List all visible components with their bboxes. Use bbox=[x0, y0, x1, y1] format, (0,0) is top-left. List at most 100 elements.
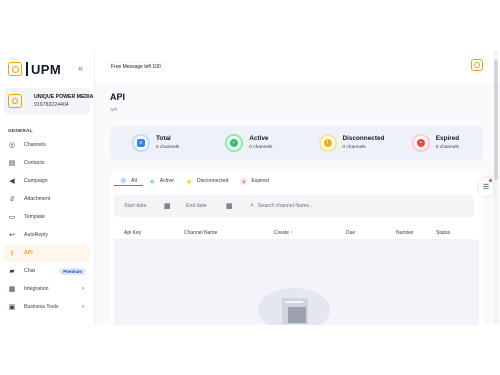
stat-count: 0 channels bbox=[249, 145, 273, 150]
end-date-placeholder: End date bbox=[186, 203, 207, 209]
column-header-number[interactable]: Number bbox=[396, 230, 414, 236]
sidebar-item-label: API bbox=[24, 250, 33, 256]
sidebar-item-api[interactable]: ⚷ API bbox=[4, 244, 90, 262]
tab-count-badge: 0 bbox=[148, 177, 156, 185]
stat-count: 0 channels bbox=[435, 145, 459, 150]
table-body-empty bbox=[114, 240, 479, 325]
template-icon: ▭ bbox=[8, 214, 16, 221]
reply-icon: ↩ bbox=[9, 232, 15, 239]
active-circle: ✓ bbox=[225, 134, 244, 152]
stat-count: 0 channels bbox=[342, 145, 366, 150]
column-header-api-key[interactable]: Api Key bbox=[124, 230, 141, 236]
collapse-sidebar-icon[interactable]: « bbox=[78, 63, 83, 73]
megaphone-icon: ◀ bbox=[9, 178, 15, 185]
sidebar-item-contacts[interactable]: ▤ Contacts bbox=[4, 154, 90, 172]
tab-disconnected[interactable]: 0 Disconnected bbox=[180, 176, 234, 186]
list-icon: ≡ bbox=[137, 139, 145, 147]
brand-logo[interactable]: UPM bbox=[8, 61, 62, 77]
sidebar-item-business-tools[interactable]: ▣ Business Tools › bbox=[4, 298, 90, 316]
brand-mark-icon bbox=[8, 62, 22, 76]
tab-count-badge: 0 bbox=[240, 177, 248, 185]
sidebar-item-label: Chat bbox=[24, 268, 35, 274]
sidebar-item-chat[interactable]: ▰ Chat Premium bbox=[4, 262, 90, 280]
main-content: Free Message left 100 API API ≡ Total 0 … bbox=[95, 50, 500, 325]
tab-label: Active bbox=[159, 178, 174, 184]
sidebar-nav: ◎ Channels ▤ Contacts ◀ Campaign ∂ Attac… bbox=[4, 136, 90, 316]
sidebar-item-integration[interactable]: ▦ Integration › bbox=[4, 280, 90, 298]
calendar-icon[interactable]: ▦ bbox=[226, 202, 233, 210]
sidebar-item-label: Campaign bbox=[24, 178, 48, 184]
stat-title: Total bbox=[156, 135, 171, 142]
tab-label: Expired bbox=[251, 178, 269, 184]
premium-badge: Premium bbox=[59, 267, 86, 275]
tab-label: Disconnected bbox=[196, 178, 229, 184]
tab-count-badge: 0 bbox=[120, 177, 127, 184]
settings-sliders-icon[interactable]: ☰ bbox=[479, 178, 493, 196]
brand-name: UPM bbox=[31, 61, 62, 77]
start-date-placeholder: Start date bbox=[124, 203, 147, 209]
check-icon: ✓ bbox=[230, 139, 239, 147]
whatsapp-icon: ◎ bbox=[8, 142, 16, 149]
start-date-field[interactable]: Start date ▦ bbox=[124, 202, 176, 210]
sidebar-item-label: Business Tools bbox=[24, 304, 59, 310]
chat-icon: ▰ bbox=[9, 268, 15, 275]
profile-logo-icon[interactable] bbox=[471, 59, 483, 71]
user-phone: 919783224404 bbox=[34, 102, 69, 108]
page-title: API bbox=[110, 92, 126, 102]
disconnected-circle: ! bbox=[318, 134, 337, 152]
column-header-channel-name[interactable]: Channel Name bbox=[184, 230, 217, 236]
chevron-right-icon: › bbox=[82, 286, 84, 292]
sidebar-item-attachment[interactable]: ∂ Attachment bbox=[4, 190, 90, 208]
scrollbar[interactable] bbox=[494, 50, 498, 325]
tab-active[interactable]: 0 Active bbox=[143, 176, 180, 186]
sidebar-item-channels[interactable]: ◎ Channels bbox=[4, 136, 90, 154]
empty-state-illustration bbox=[258, 282, 330, 325]
end-date-field[interactable]: End date ▦ bbox=[186, 202, 238, 210]
contacts-icon: ▤ bbox=[8, 160, 16, 167]
stat-title: Active bbox=[249, 135, 269, 142]
column-header-due[interactable]: Due bbox=[346, 230, 355, 236]
free-message-counter: Free Message left 100 bbox=[107, 62, 165, 72]
stat-title: Expired bbox=[435, 135, 460, 142]
table-header: Api Key Channel Name Create ↑ Due Number… bbox=[114, 226, 474, 240]
sidebar-item-autoreply[interactable]: ↩ AutoReply bbox=[4, 226, 90, 244]
sidebar-item-campaign[interactable]: ◀ Campaign bbox=[4, 172, 90, 190]
scrollbar-thumb[interactable] bbox=[494, 60, 498, 180]
status-tabs: 0 All 0 Active 0 Disconnected 0 Expired bbox=[114, 176, 275, 186]
sidebar-item-template[interactable]: ▭ Template bbox=[4, 208, 90, 226]
stat-count: 0 channels bbox=[156, 145, 180, 150]
column-header-create[interactable]: Create ↑ bbox=[274, 230, 293, 236]
app-frame: UPM « UNIQUE POWER MEDIA 919783224404 GE… bbox=[0, 50, 500, 325]
sidebar-item-label: AutoReply bbox=[24, 232, 48, 238]
avatar bbox=[8, 94, 22, 108]
sidebar-item-label: Channels bbox=[24, 142, 46, 148]
search-input[interactable] bbox=[257, 203, 408, 209]
sidebar-item-label: Contacts bbox=[24, 160, 45, 166]
sidebar-item-label: Integration bbox=[24, 286, 49, 292]
tab-all[interactable]: 0 All bbox=[114, 176, 143, 186]
topbar: Free Message left 100 bbox=[95, 50, 500, 82]
sidebar-section-label: GENERAL bbox=[8, 129, 33, 134]
calendar-icon[interactable]: ▦ bbox=[164, 202, 171, 210]
sidebar: UPM « UNIQUE POWER MEDIA 919783224404 GE… bbox=[0, 50, 95, 325]
stat-disconnected: ! Disconnected 0 channels bbox=[297, 134, 390, 152]
user-card[interactable]: UNIQUE POWER MEDIA 919783224404 bbox=[4, 88, 94, 114]
total-circle: ≡ bbox=[132, 134, 150, 152]
tab-expired[interactable]: 0 Expired bbox=[234, 176, 275, 186]
stat-expired: • Expired 0 channels bbox=[390, 134, 483, 152]
breadcrumb: API bbox=[110, 107, 118, 112]
sidebar-item-label: Template bbox=[24, 214, 46, 220]
stat-active: ✓ Active 0 channels bbox=[203, 134, 296, 152]
filter-bar: Start date ▦ End date ▦ ⌕ bbox=[114, 195, 474, 217]
expired-circle: • bbox=[411, 134, 430, 152]
stats-card: ≡ Total 0 channels ✓ Active 0 channels ! bbox=[110, 126, 483, 160]
notification-dot bbox=[489, 179, 492, 182]
warning-icon: ! bbox=[323, 139, 332, 147]
user-name: UNIQUE POWER MEDIA bbox=[34, 94, 94, 100]
tab-count-badge: 0 bbox=[185, 177, 193, 185]
column-header-status[interactable]: Status bbox=[436, 230, 450, 236]
briefcase-icon: ▣ bbox=[8, 304, 16, 311]
search-icon: ⌕ bbox=[250, 202, 254, 209]
key-icon: ⚷ bbox=[9, 250, 15, 257]
tab-label: All bbox=[131, 177, 137, 184]
